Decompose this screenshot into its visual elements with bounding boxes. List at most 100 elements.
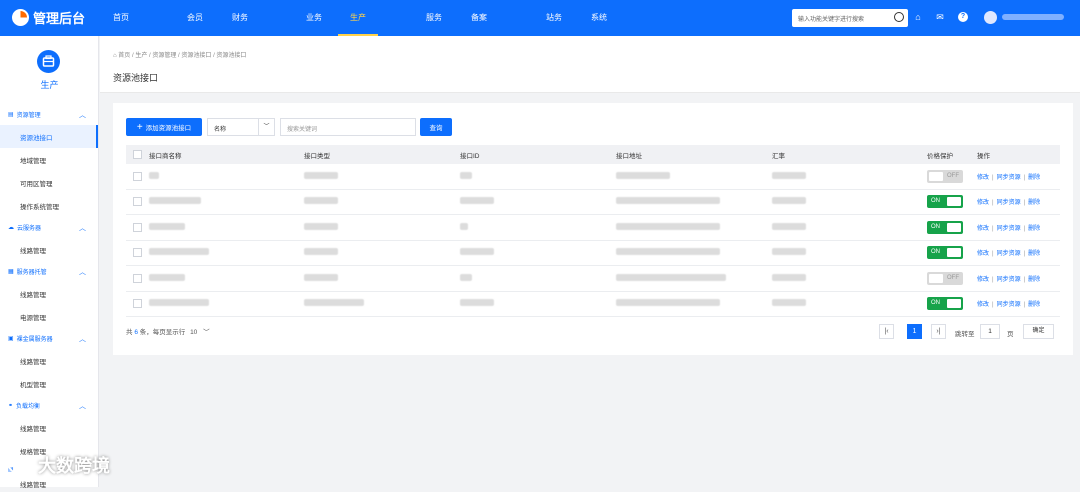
- chevron-up-icon: ︿: [79, 335, 86, 343]
- blurred-cell: [616, 248, 720, 256]
- sync-link[interactable]: 同步资源: [997, 226, 1021, 232]
- sidebar-item-os[interactable]: 操作系统管理: [0, 194, 98, 217]
- delete-link[interactable]: 删除: [1028, 277, 1040, 283]
- search-input[interactable]: 输入功能关键字进行搜索: [792, 9, 908, 27]
- avatar[interactable]: [984, 11, 997, 24]
- edit-link[interactable]: 修改: [977, 277, 989, 283]
- sidebar-item-zone[interactable]: 可用区管理: [0, 171, 98, 194]
- delete-link[interactable]: 删除: [1028, 200, 1040, 206]
- select-all-checkbox[interactable]: [133, 150, 142, 159]
- blurred-cell: [149, 248, 209, 256]
- sidebar-item-model[interactable]: 机型管理: [0, 372, 98, 395]
- sidebar-group-resource[interactable]: ▤ 资源管理 ︿: [0, 104, 98, 125]
- sidebar-group-hosting[interactable]: ▦ 服务器托管 ︿: [0, 261, 98, 282]
- home-icon[interactable]: ⌂: [913, 12, 923, 22]
- delete-link[interactable]: 删除: [1028, 175, 1040, 181]
- help-icon[interactable]: ?: [958, 12, 968, 22]
- sidebar-item-bm-line[interactable]: 线路管理: [0, 349, 98, 372]
- crumb-pool[interactable]: 资源池接口: [181, 53, 211, 59]
- sidebar-group-cloud-server[interactable]: ☁ 云服务器 ︿: [0, 217, 98, 238]
- jump-page-input[interactable]: 1: [980, 324, 1000, 339]
- delete-link[interactable]: 删除: [1028, 251, 1040, 257]
- chevron-down-icon[interactable]: ﹀: [203, 329, 210, 336]
- table-header: 接口商名称 接口类型 接口ID 接口地址 汇率 价格保护 操作: [126, 145, 1060, 164]
- price-protect-toggle[interactable]: ON: [927, 220, 963, 234]
- top-navbar: 管理后台 首页 会员 财务 业务 生产 服务 备案 站务 系统 输入功能关键字进…: [0, 0, 1080, 36]
- separator: |: [1023, 276, 1026, 283]
- sidebar-item-region[interactable]: 地域管理: [0, 148, 98, 171]
- sidebar-group-bare-metal[interactable]: ▣ 裸金属服务器 ︿: [0, 328, 98, 349]
- sidebar-item-more-line[interactable]: 线路管理: [0, 476, 98, 492]
- price-protect-toggle[interactable]: ON: [927, 195, 963, 209]
- nav-home[interactable]: 首页: [113, 12, 129, 23]
- edit-link[interactable]: 修改: [977, 175, 989, 181]
- query-button[interactable]: 查询: [420, 118, 452, 136]
- last-page-button[interactable]: ›|: [931, 324, 946, 339]
- crumb-home[interactable]: 首页: [118, 53, 130, 59]
- nav-member[interactable]: 会员: [187, 12, 203, 23]
- field-select[interactable]: 名称 ﹀: [207, 118, 275, 136]
- row-checkbox[interactable]: [133, 248, 142, 258]
- delete-link[interactable]: 删除: [1028, 226, 1040, 232]
- sidebar-item-cloud-line[interactable]: 线路管理: [0, 238, 98, 261]
- nav-system[interactable]: 系统: [591, 12, 607, 23]
- price-protect-toggle[interactable]: OFF: [927, 271, 963, 285]
- sidebar-item-power[interactable]: 电源管理: [0, 305, 98, 328]
- row-checkbox[interactable]: [133, 273, 142, 283]
- delete-link[interactable]: 删除: [1028, 302, 1040, 308]
- first-page-button[interactable]: |‹: [879, 324, 894, 339]
- separator: |: [992, 276, 994, 283]
- blurred-cell: [304, 273, 338, 281]
- sidebar-item-resource-pool[interactable]: 资源池接口: [0, 125, 98, 148]
- blurred-cell: [616, 171, 670, 179]
- edit-link[interactable]: 修改: [977, 200, 989, 206]
- nav-business[interactable]: 业务: [306, 12, 322, 23]
- search-icon[interactable]: [894, 12, 904, 22]
- price-protect-toggle[interactable]: ON: [927, 297, 963, 311]
- user-name-blurred[interactable]: [1002, 14, 1064, 20]
- row-checkbox[interactable]: [133, 171, 142, 181]
- col-address: 接口地址: [616, 152, 642, 160]
- blurred-cell: [304, 197, 338, 205]
- row-checkbox[interactable]: [133, 197, 142, 207]
- nav-production[interactable]: 生产: [338, 12, 378, 36]
- row-checkbox[interactable]: [133, 222, 142, 232]
- sync-link[interactable]: 同步资源: [997, 302, 1021, 308]
- jump-confirm-button[interactable]: 确定: [1023, 324, 1054, 339]
- sidebar-group-lb[interactable]: ⚭ 负载均衡 ︿: [0, 395, 98, 416]
- sync-link[interactable]: 同步资源: [997, 200, 1021, 206]
- breadcrumb: ⌂ 首页 / 生产 / 资源管理 / 资源池接口 / 资源池接口: [113, 53, 247, 59]
- blurred-cell: [149, 171, 159, 179]
- row-checkbox[interactable]: [133, 299, 142, 309]
- price-protect-toggle[interactable]: OFF: [927, 169, 963, 183]
- blurred-cell: [616, 222, 720, 230]
- edit-link[interactable]: 修改: [977, 226, 989, 232]
- keyword-input[interactable]: 搜索关键词: [280, 118, 416, 136]
- nav-finance[interactable]: 财务: [232, 12, 248, 23]
- add-pool-button[interactable]: + 添加资源池接口: [126, 118, 202, 136]
- sidebar-item-hosting-line[interactable]: 线路管理: [0, 282, 98, 305]
- blurred-cell: [149, 222, 185, 230]
- logo-icon: [12, 9, 29, 26]
- sync-link[interactable]: 同步资源: [997, 277, 1021, 283]
- mail-icon[interactable]: ✉: [935, 12, 945, 22]
- page-size-select[interactable]: 10: [190, 329, 197, 336]
- nav-service[interactable]: 服务: [426, 12, 442, 23]
- chevron-up-icon: ︿: [79, 224, 86, 232]
- blurred-cell: [772, 197, 806, 205]
- nav-site[interactable]: 站务: [546, 12, 562, 23]
- price-protect-toggle[interactable]: ON: [927, 246, 963, 260]
- sidebar-item-lb-line[interactable]: 线路管理: [0, 416, 98, 439]
- separator: |: [992, 174, 994, 181]
- sync-link[interactable]: 同步资源: [997, 251, 1021, 257]
- crumb-production[interactable]: 生产: [135, 53, 147, 59]
- edit-link[interactable]: 修改: [977, 251, 989, 257]
- resource-table: 接口商名称 接口类型 接口ID 接口地址 汇率 价格保护 操作 OFF 修改 | 同步…: [126, 145, 1060, 317]
- nav-filing[interactable]: 备案: [471, 12, 487, 23]
- logo[interactable]: 管理后台: [12, 8, 85, 27]
- edit-link[interactable]: 修改: [977, 302, 989, 308]
- sync-link[interactable]: 同步资源: [997, 175, 1021, 181]
- page-1-button[interactable]: 1: [907, 324, 922, 339]
- sidebar-title: 生产: [40, 80, 59, 90]
- crumb-resource[interactable]: 资源管理: [152, 53, 176, 59]
